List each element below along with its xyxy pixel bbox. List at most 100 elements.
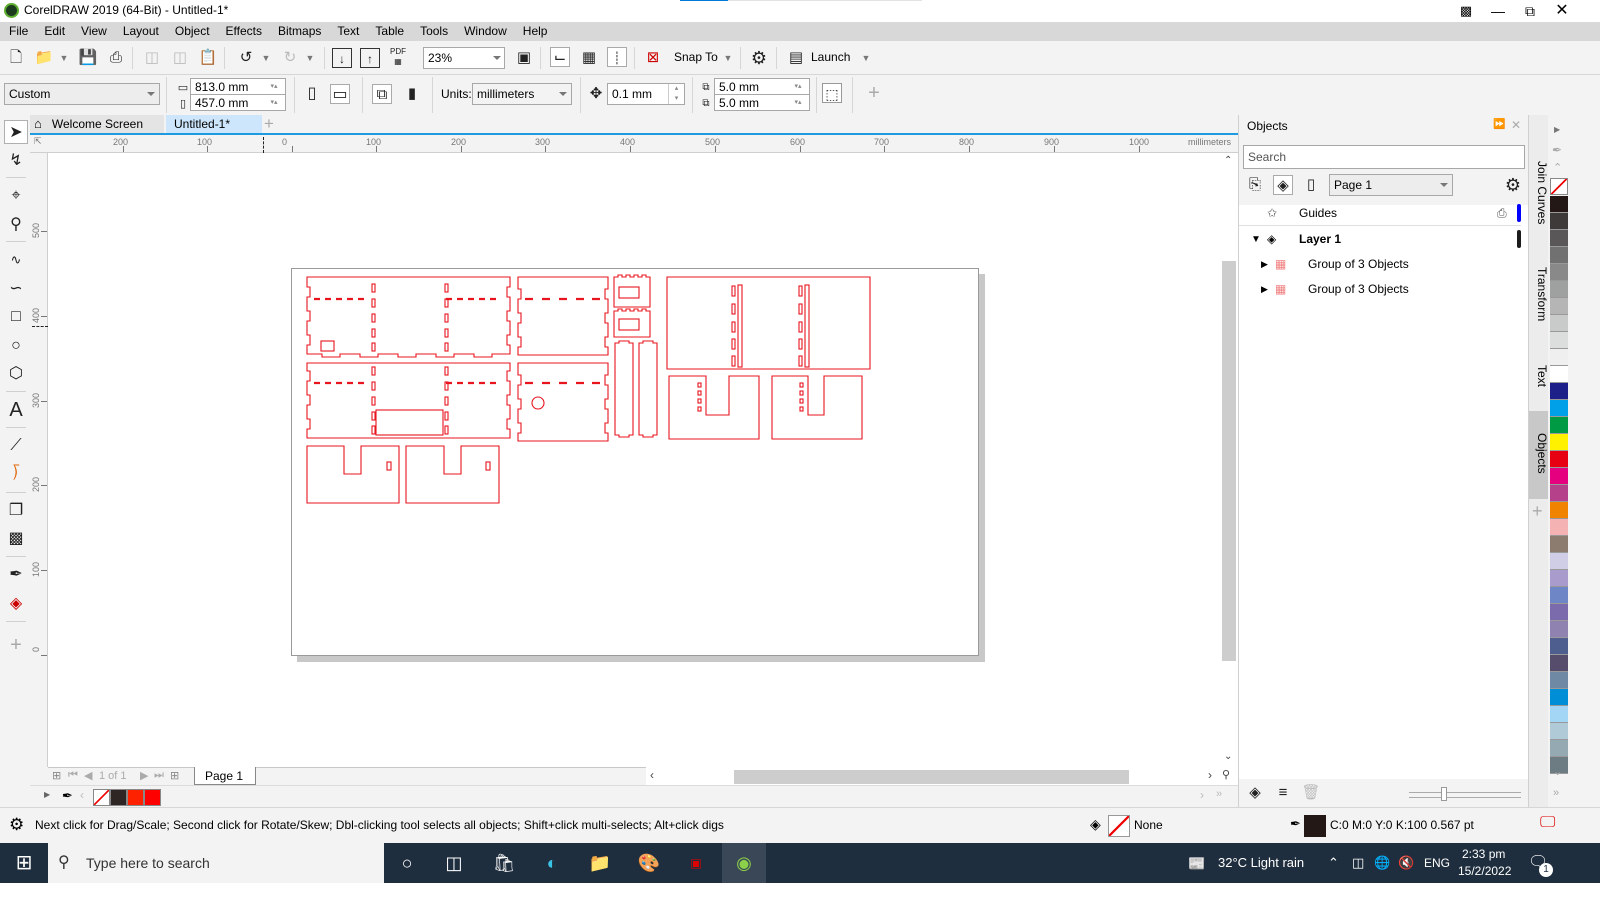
store-icon[interactable]: 🛍 <box>492 851 516 875</box>
panel-top[interactable] <box>666 276 871 370</box>
palette-swatch[interactable] <box>1550 213 1568 230</box>
palette-swatch[interactable] <box>1550 281 1568 298</box>
page-icon[interactable]: ▯ <box>1301 175 1321 195</box>
snap-off-icon[interactable]: ⊠ <box>643 48 663 68</box>
color-proof-icon[interactable]: 🖵 <box>1540 814 1555 832</box>
menu-view[interactable]: View <box>72 22 114 41</box>
start-button[interactable]: ⊞ <box>12 851 36 875</box>
open-dropdown-icon[interactable]: ▼ <box>54 48 74 68</box>
palette-swatch[interactable] <box>1550 723 1568 740</box>
palette-scroll-down-icon[interactable]: ⌄ <box>1553 765 1562 778</box>
docker-expand-icon[interactable]: ⏩ <box>1493 119 1505 130</box>
drop-shadow-icon[interactable]: ❐ <box>4 499 28 523</box>
palette-swatch[interactable] <box>1550 553 1568 570</box>
freehand-tool-icon[interactable]: ∿ <box>4 248 28 272</box>
tray-expand-icon[interactable]: ⌃ <box>1328 843 1339 883</box>
palette-swatch[interactable] <box>1550 349 1568 366</box>
scroll-left-icon[interactable]: ‹ <box>650 768 654 782</box>
docker-tab-objects[interactable]: Objects <box>1529 411 1549 499</box>
palette-scroll-up-icon[interactable]: ⌃ <box>1553 161 1562 174</box>
outline-swatch[interactable] <box>1304 815 1326 837</box>
palette-swatch[interactable] <box>1550 672 1568 689</box>
import-icon[interactable]: ↓ <box>332 48 352 68</box>
paste-icon[interactable]: 📋 <box>198 48 218 68</box>
panel-front-bottom[interactable] <box>306 362 511 439</box>
palette-swatch[interactable] <box>1550 655 1568 672</box>
zoom-navigator-icon[interactable]: ⚲ <box>1222 768 1230 781</box>
show-guidelines-icon[interactable]: ┊ <box>607 47 627 67</box>
palette-swatch[interactable] <box>1550 502 1568 519</box>
palette-swatch[interactable] <box>1550 383 1568 400</box>
minimize-button[interactable]: — <box>1482 0 1514 22</box>
scroll-right-icon[interactable]: › <box>1208 768 1212 782</box>
redo-dropdown-icon[interactable]: ▼ <box>300 48 320 68</box>
snap-to-button[interactable]: Snap To <box>674 50 718 64</box>
menu-edit[interactable]: Edit <box>35 22 72 41</box>
restore-button[interactable]: ⧉ <box>1514 0 1546 22</box>
transparency-icon[interactable]: ▩ <box>4 527 28 551</box>
doc-swatch[interactable] <box>144 789 161 806</box>
shape-tool-icon[interactable]: ↯ <box>4 149 28 173</box>
docpal-scroll-right-icon[interactable]: › <box>1200 788 1204 802</box>
docker-tab-transform[interactable]: Transform <box>1529 245 1549 345</box>
palette-swatch[interactable] <box>1550 332 1568 349</box>
zoom-level-combo[interactable]: 23% <box>423 47 505 69</box>
palette-swatch[interactable] <box>1550 621 1568 638</box>
palette-swatch[interactable] <box>1550 298 1568 315</box>
palette-swatch[interactable] <box>1550 519 1568 536</box>
palette-swatch[interactable] <box>1550 604 1568 621</box>
palette-swatch[interactable] <box>1550 706 1568 723</box>
landscape-icon[interactable]: ▭ <box>330 84 350 104</box>
fill-swatch[interactable] <box>1108 815 1130 837</box>
doc-swatch[interactable] <box>110 789 127 806</box>
menu-file[interactable]: File <box>0 22 35 41</box>
treat-as-filled-icon[interactable]: ⬚ <box>822 83 842 103</box>
scroll-up-icon[interactable]: ⌃ <box>1224 155 1232 166</box>
guides-color-marker[interactable] <box>1517 204 1521 222</box>
new-master-layer-icon[interactable]: ≡ <box>1273 783 1293 803</box>
full-screen-icon[interactable]: ▣ <box>514 48 534 68</box>
last-page-icon[interactable]: ⏭ <box>154 769 164 782</box>
coreldraw-taskbar-icon[interactable]: ◉ <box>722 843 766 883</box>
print-disabled-icon[interactable]: ⎙ <box>1497 201 1507 226</box>
app-icon[interactable]: ▣ <box>684 851 708 875</box>
palette-swatch[interactable] <box>1550 264 1568 281</box>
portrait-icon[interactable]: ▯ <box>302 84 322 104</box>
palette-swatch[interactable] <box>1550 315 1568 332</box>
eyedropper-icon[interactable]: ✒ <box>4 563 28 587</box>
palette-swatch[interactable] <box>1550 740 1568 757</box>
palette-swatch[interactable] <box>1550 400 1568 417</box>
publish-pdf-icon[interactable]: PDF ▦ <box>388 47 408 67</box>
small-panel-1[interactable] <box>613 274 651 308</box>
palette-swatch[interactable] <box>1550 196 1568 213</box>
palette-swatch[interactable] <box>1550 689 1568 706</box>
u-panel-right-2[interactable] <box>771 375 863 440</box>
launch-icon[interactable]: ▤ <box>786 48 806 68</box>
duplicate-x-field[interactable]: 5.0 mm ▾▴ <box>714 78 810 95</box>
swatch-no-color[interactable] <box>93 789 110 806</box>
new-tab-button[interactable]: + <box>258 115 280 133</box>
redo-icon[interactable]: ↻ <box>280 48 300 68</box>
weather-text[interactable]: 32°C Light rain <box>1218 843 1304 883</box>
palette-expand-icon[interactable]: » <box>1553 787 1559 799</box>
palette-swatch[interactable] <box>1550 230 1568 247</box>
cortana-icon[interactable]: ○ <box>395 851 419 875</box>
launch-button[interactable]: Launch <box>811 50 850 64</box>
palette-swatch[interactable] <box>1550 587 1568 604</box>
meet-icon[interactable]: ◫ <box>1352 843 1364 883</box>
add-icon[interactable]: + <box>864 83 884 103</box>
task-view-icon[interactable]: ◫ <box>442 851 466 875</box>
palette-swatch[interactable] <box>1550 417 1568 434</box>
palette-swatch[interactable] <box>1550 468 1568 485</box>
palette-swatch[interactable] <box>1550 247 1568 264</box>
palette-eyedropper-icon[interactable]: ✒ <box>62 788 73 804</box>
small-panel-2[interactable] <box>613 308 651 338</box>
add-docker-icon[interactable]: + <box>1532 501 1543 522</box>
menu-help[interactable]: Help <box>514 22 555 41</box>
palette-scroll-left-icon[interactable]: ‹ <box>80 788 84 802</box>
artistic-media-icon[interactable]: ∽ <box>4 277 28 301</box>
nudge-distance-field[interactable]: 0.1 mm ▴ ▾ <box>607 83 685 105</box>
zoom-tool-icon[interactable]: ⚲ <box>4 213 28 237</box>
palette-swatch[interactable] <box>1550 434 1568 451</box>
page-size-select[interactable]: Custom <box>4 83 160 105</box>
